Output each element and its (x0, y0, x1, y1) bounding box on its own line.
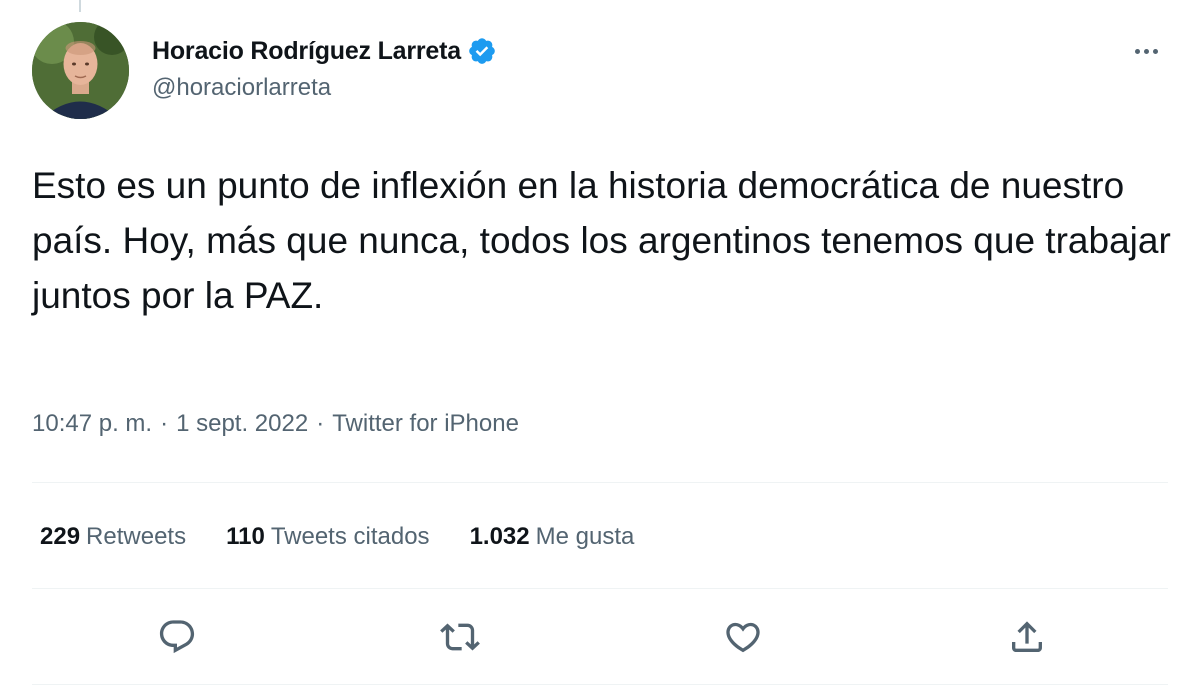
retweets-stat[interactable]: 229 Retweets (40, 523, 186, 551)
avatar[interactable] (32, 22, 129, 119)
tweet-time[interactable]: 10:47 p. m. (32, 410, 152, 438)
more-horizontal-icon[interactable] (1128, 36, 1164, 66)
more-dot (1134, 48, 1140, 54)
tweet-meta: 10:47 p. m. · 1 sept. 2022 · Twitter for… (32, 410, 519, 438)
avatar-image (32, 22, 129, 119)
retweets-count: 229 (40, 523, 81, 550)
likes-label: Me gusta (535, 523, 635, 550)
reply-button[interactable] (152, 612, 202, 662)
divider (32, 482, 1168, 483)
retweet-icon (440, 623, 480, 651)
tweet-source[interactable]: Twitter for iPhone (332, 410, 519, 438)
tweet-detail: Horacio Rodríguez Larreta @horaciorlarre… (0, 0, 1200, 686)
retweets-label: Retweets (86, 523, 187, 550)
tweet-text: Esto es un punto de inflexión en la hist… (32, 165, 1182, 316)
more-dot (1143, 48, 1149, 54)
like-button[interactable] (718, 612, 768, 662)
display-name-row: Horacio Rodríguez Larreta (152, 36, 497, 66)
user-handle[interactable]: @horaciorlarreta (152, 74, 497, 102)
divider (32, 588, 1168, 589)
display-name[interactable]: Horacio Rodríguez Larreta (152, 37, 461, 66)
author-names: Horacio Rodríguez Larreta @horaciorlarre… (152, 36, 497, 102)
likes-stat[interactable]: 1.032 Me gusta (470, 523, 635, 551)
share-button[interactable] (1002, 612, 1052, 662)
more-dot (1152, 48, 1158, 54)
divider (32, 684, 1168, 685)
meta-separator: · (316, 410, 325, 437)
meta-separator: · (160, 410, 169, 437)
quotes-label: Tweets citados (270, 523, 430, 550)
tweet-stats: 229 Retweets 110 Tweets citados 1.032 Me… (40, 520, 634, 554)
thread-connector-line (79, 0, 81, 12)
share-icon (1012, 621, 1042, 652)
quotes-stat[interactable]: 110 Tweets citados (226, 523, 429, 551)
reply-icon (159, 620, 195, 654)
quotes-count: 110 (226, 523, 265, 550)
tweet-date[interactable]: 1 sept. 2022 (176, 410, 308, 438)
tweet-header: Horacio Rodríguez Larreta @horaciorlarre… (32, 22, 1168, 122)
verified-badge-icon (467, 36, 497, 66)
like-icon (726, 622, 760, 653)
tweet-actions (32, 612, 1168, 662)
likes-count: 1.032 (469, 523, 530, 550)
retweet-button[interactable] (435, 612, 485, 662)
